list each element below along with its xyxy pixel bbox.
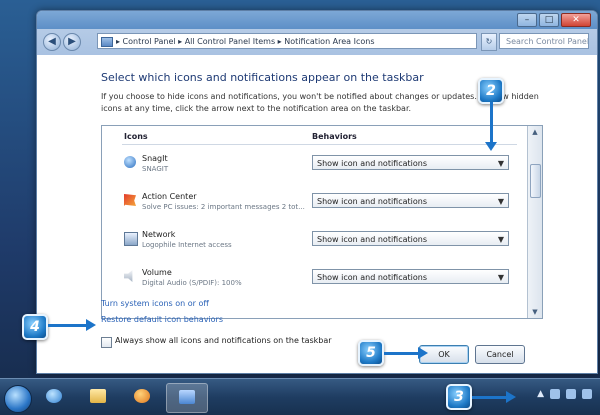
item-name: Network xyxy=(142,230,176,239)
callout-3-arrowhead-icon xyxy=(506,391,516,403)
control-panel-window: – □ ✕ ◀ ▶ ▸ Control Panel ▸ All Control … xyxy=(36,10,598,374)
notification-area: ▲ xyxy=(537,389,592,399)
item-subtitle: SNAGIT xyxy=(142,165,169,173)
list-item: Network Logophile Internet access Show i… xyxy=(122,228,512,258)
network-tray-icon[interactable] xyxy=(566,389,576,399)
scroll-up-icon[interactable]: ▲ xyxy=(531,128,539,136)
close-button[interactable]: ✕ xyxy=(561,13,591,27)
address-row: ◀ ▶ ▸ Control Panel ▸ All Control Panel … xyxy=(37,29,597,56)
back-button[interactable]: ◀ xyxy=(43,33,61,51)
list-item: Volume Digital Audio (S/PDIF): 100% Show… xyxy=(122,266,512,296)
chevron-down-icon: ▼ xyxy=(497,235,504,244)
always-show-label: Always show all icons and notifications … xyxy=(115,336,332,345)
taskbar-ie[interactable] xyxy=(34,383,74,411)
behavior-dropdown[interactable]: Show icon and notifications ▼ xyxy=(312,193,509,208)
scroll-down-icon[interactable]: ▼ xyxy=(531,308,539,316)
folder-icon xyxy=(90,389,106,403)
always-show-checkbox[interactable] xyxy=(101,337,112,348)
address-bar[interactable]: ▸ Control Panel ▸ All Control Panel Item… xyxy=(97,33,477,49)
cancel-button[interactable]: Cancel xyxy=(475,345,525,364)
list-item: SnagIt SNAGIT Show icon and notification… xyxy=(122,152,512,182)
scroll-thumb[interactable] xyxy=(530,164,541,198)
callout-5: 5 xyxy=(358,340,384,366)
behavior-dropdown[interactable]: Show icon and notifications ▼ xyxy=(312,269,509,284)
callout-2: 2 xyxy=(478,78,504,104)
scrollbar[interactable]: ▲ ▼ xyxy=(527,126,542,318)
network-icon xyxy=(124,232,138,246)
behavior-dropdown[interactable]: Show icon and notifications ▼ xyxy=(312,231,509,246)
callout-5-arrowhead-icon xyxy=(418,347,428,359)
flag-icon[interactable] xyxy=(550,389,560,399)
item-name: SnagIt xyxy=(142,154,168,163)
callout-4: 4 xyxy=(22,314,48,340)
minimize-button[interactable]: – xyxy=(517,13,537,27)
snagit-icon xyxy=(124,156,136,168)
item-subtitle: Digital Audio (S/PDIF): 100% xyxy=(142,279,242,287)
action-center-flag-icon xyxy=(124,194,136,206)
header-divider xyxy=(122,144,517,145)
title-bar: – □ ✕ xyxy=(37,11,597,29)
content-area: Select which icons and notifications app… xyxy=(37,55,597,373)
dropdown-value: Show icon and notifications xyxy=(317,159,428,168)
refresh-button[interactable]: ↻ xyxy=(481,33,497,51)
volume-tray-icon[interactable] xyxy=(582,389,592,399)
start-button[interactable] xyxy=(4,385,32,413)
icons-list: Icons Behaviors SnagIt SNAGIT Show icon … xyxy=(101,125,543,319)
volume-icon xyxy=(124,270,133,282)
dropdown-value: Show icon and notifications xyxy=(317,197,428,206)
callout-2-arrow xyxy=(490,102,493,144)
item-name: Volume xyxy=(142,268,172,277)
dropdown-value: Show icon and notifications xyxy=(317,235,428,244)
icons-column-header: Icons xyxy=(124,132,148,141)
behaviors-column-header: Behaviors xyxy=(312,132,357,141)
list-item: Action Center Solve PC issues: 2 importa… xyxy=(122,190,512,220)
taskbar-control-panel[interactable] xyxy=(166,383,208,413)
control-panel-icon xyxy=(101,37,113,47)
taskbar-media-player[interactable] xyxy=(122,383,162,411)
forward-button[interactable]: ▶ xyxy=(63,33,81,51)
chevron-down-icon: ▼ xyxy=(497,273,504,282)
dropdown-value: Show icon and notifications xyxy=(317,273,428,282)
callout-3: 3 xyxy=(446,384,472,410)
control-panel-icon xyxy=(179,390,195,404)
item-name: Action Center xyxy=(142,192,197,201)
maximize-button[interactable]: □ xyxy=(539,13,559,27)
show-hidden-icons-arrow[interactable]: ▲ xyxy=(537,389,544,399)
chevron-down-icon: ▼ xyxy=(497,197,504,206)
caption-buttons: – □ ✕ xyxy=(517,13,591,27)
taskbar-explorer[interactable] xyxy=(78,383,118,411)
address-path: ▸ Control Panel ▸ All Control Panel Item… xyxy=(116,37,375,46)
callout-5-arrow xyxy=(384,352,420,355)
callout-3-arrow xyxy=(472,396,508,399)
item-subtitle: Logophile Internet access xyxy=(142,241,232,249)
callout-4-arrowhead-icon xyxy=(86,319,96,331)
item-subtitle: Solve PC issues: 2 important messages 2 … xyxy=(142,203,305,211)
turn-system-icons-link[interactable]: Turn system icons on or off xyxy=(101,299,209,308)
always-show-option[interactable]: Always show all icons and notifications … xyxy=(101,335,361,349)
media-player-icon xyxy=(134,389,150,403)
callout-4-arrow xyxy=(48,324,88,327)
restore-defaults-link[interactable]: Restore default icon behaviors xyxy=(101,315,223,324)
callout-2-arrowhead-icon xyxy=(485,142,497,151)
chevron-down-icon: ▼ xyxy=(497,159,504,168)
search-input[interactable]: Search Control Panel xyxy=(499,33,589,49)
internet-explorer-icon xyxy=(46,389,62,403)
page-title: Select which icons and notifications app… xyxy=(101,71,424,84)
behavior-dropdown[interactable]: Show icon and notifications ▼ xyxy=(312,155,509,170)
